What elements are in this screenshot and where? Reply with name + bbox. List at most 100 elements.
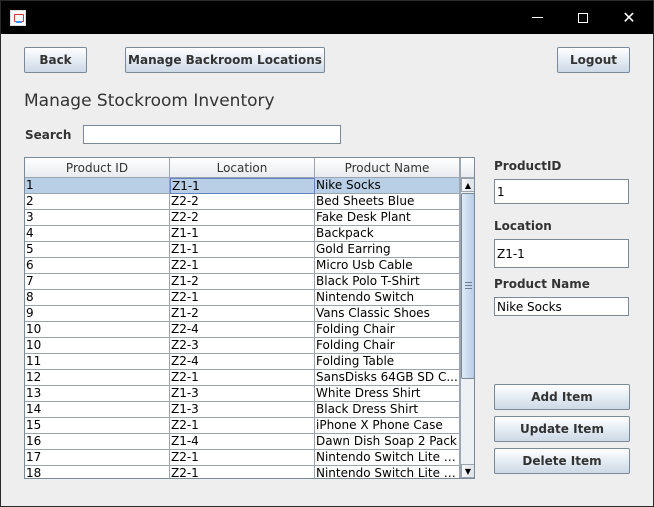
- table-row[interactable]: 4 Z1-1 Backpack: [25, 226, 460, 242]
- table-cell[interactable]: Z2-1: [170, 418, 315, 434]
- table-cell[interactable]: 8: [25, 290, 170, 306]
- table-cell[interactable]: iPhone X Phone Case: [315, 418, 460, 434]
- scroll-up-icon[interactable]: ▲: [461, 178, 474, 192]
- manage-backroom-locations-button[interactable]: Manage Backroom Locations: [125, 47, 325, 73]
- table-cell[interactable]: 14: [25, 402, 170, 418]
- table-cell[interactable]: Z2-1: [170, 370, 315, 386]
- java-app-icon: [10, 10, 26, 26]
- table-cell[interactable]: 2: [25, 194, 170, 210]
- table-cell[interactable]: 12: [25, 370, 170, 386]
- table-cell[interactable]: Fake Desk Plant: [315, 210, 460, 226]
- table-cell[interactable]: Z2-1: [170, 450, 315, 466]
- column-header-product-name[interactable]: Product Name: [315, 158, 460, 178]
- table-row[interactable]: 17 Z2-1 Nintendo Switch Lite Co...: [25, 450, 460, 466]
- table-cell[interactable]: Z1-4: [170, 434, 315, 450]
- table-cell[interactable]: 18: [25, 466, 170, 478]
- table-row[interactable]: 11 Z2-4 Folding Table: [25, 354, 460, 370]
- table-cell[interactable]: Z1-3: [170, 402, 315, 418]
- table-cell[interactable]: Folding Table: [315, 354, 460, 370]
- table-cell[interactable]: 15: [25, 418, 170, 434]
- table-cell[interactable]: 9: [25, 306, 170, 322]
- minimize-button[interactable]: [514, 1, 560, 34]
- table-row[interactable]: 15 Z2-1 iPhone X Phone Case: [25, 418, 460, 434]
- table-cell[interactable]: Z2-2: [170, 194, 315, 210]
- table-row[interactable]: 6 Z2-1 Micro Usb Cable: [25, 258, 460, 274]
- table-row[interactable]: 10 Z2-3 Folding Chair: [25, 338, 460, 354]
- table-cell[interactable]: 10: [25, 338, 170, 354]
- table-cell[interactable]: Z1-1: [170, 178, 315, 194]
- table-row[interactable]: 1 Z1-1 Nike Socks: [25, 178, 460, 194]
- table-cell[interactable]: 1: [25, 178, 170, 194]
- table-header-corner: [460, 158, 474, 178]
- table-row[interactable]: 5 Z1-1 Gold Earring: [25, 242, 460, 258]
- table-cell[interactable]: Vans Classic Shoes: [315, 306, 460, 322]
- table-cell[interactable]: 3: [25, 210, 170, 226]
- table-cell[interactable]: Nike Socks: [315, 178, 460, 194]
- product-name-field[interactable]: Nike Socks: [494, 297, 629, 316]
- table-row[interactable]: 3 Z2-2 Fake Desk Plant: [25, 210, 460, 226]
- table-header: Product ID Location Product Name: [25, 158, 460, 178]
- update-item-button[interactable]: Update Item: [494, 416, 630, 442]
- table-cell[interactable]: Nintendo Switch Lite Co...: [315, 450, 460, 466]
- table-row[interactable]: 12 Z2-1 SansDisks 64GB SD C...: [25, 370, 460, 386]
- maximize-button[interactable]: [560, 1, 606, 34]
- table-cell[interactable]: Z1-2: [170, 274, 315, 290]
- table-cell[interactable]: Black Polo T-Shirt: [315, 274, 460, 290]
- table-cell[interactable]: Z1-3: [170, 386, 315, 402]
- table-vertical-scrollbar[interactable]: ▲ ▼: [460, 178, 474, 478]
- table-cell[interactable]: Z2-1: [170, 290, 315, 306]
- location-field[interactable]: Z1-1: [494, 239, 629, 268]
- table-cell[interactable]: 10: [25, 322, 170, 338]
- table-row[interactable]: 14 Z1-3 Black Dress Shirt: [25, 402, 460, 418]
- table-cell[interactable]: Z2-1: [170, 466, 315, 478]
- search-input[interactable]: [83, 125, 341, 144]
- back-button[interactable]: Back: [24, 47, 87, 73]
- table-cell[interactable]: 7: [25, 274, 170, 290]
- column-header-product-id[interactable]: Product ID: [25, 158, 170, 178]
- table-cell[interactable]: 11: [25, 354, 170, 370]
- table-cell[interactable]: Z2-2: [170, 210, 315, 226]
- product-id-label: ProductID: [494, 159, 562, 173]
- table-cell[interactable]: 5: [25, 242, 170, 258]
- add-item-button[interactable]: Add Item: [494, 384, 630, 410]
- table-cell[interactable]: Dawn Dish Soap 2 Pack: [315, 434, 460, 450]
- table-row[interactable]: 8 Z2-1 Nintendo Switch: [25, 290, 460, 306]
- table-cell[interactable]: Z2-4: [170, 322, 315, 338]
- table-row[interactable]: 2 Z2-2 Bed Sheets Blue: [25, 194, 460, 210]
- table-row[interactable]: 13 Z1-3 White Dress Shirt: [25, 386, 460, 402]
- table-cell[interactable]: Folding Chair: [315, 322, 460, 338]
- scroll-thumb[interactable]: [461, 193, 474, 379]
- logout-button[interactable]: Logout: [557, 47, 630, 73]
- table-cell[interactable]: Z2-4: [170, 354, 315, 370]
- table-cell[interactable]: Micro Usb Cable: [315, 258, 460, 274]
- table-cell[interactable]: 16: [25, 434, 170, 450]
- table-cell[interactable]: Z2-1: [170, 258, 315, 274]
- table-cell[interactable]: Z1-1: [170, 242, 315, 258]
- product-id-field[interactable]: 1: [494, 179, 629, 204]
- table-cell[interactable]: 13: [25, 386, 170, 402]
- table-cell[interactable]: 4: [25, 226, 170, 242]
- table-cell[interactable]: Z1-1: [170, 226, 315, 242]
- close-button[interactable]: ✕: [606, 1, 652, 34]
- table-cell[interactable]: 17: [25, 450, 170, 466]
- table-row[interactable]: 10 Z2-4 Folding Chair: [25, 322, 460, 338]
- table-cell[interactable]: Z2-3: [170, 338, 315, 354]
- table-cell[interactable]: Gold Earring: [315, 242, 460, 258]
- table-cell[interactable]: Folding Chair: [315, 338, 460, 354]
- table-cell[interactable]: Black Dress Shirt: [315, 402, 460, 418]
- table-row[interactable]: 18 Z2-1 Nintendo Switch Lite S...: [25, 466, 460, 478]
- table-cell[interactable]: 6: [25, 258, 170, 274]
- scroll-down-icon[interactable]: ▼: [461, 464, 474, 478]
- table-cell[interactable]: Nintendo Switch Lite S...: [315, 466, 460, 478]
- table-row[interactable]: 16 Z1-4 Dawn Dish Soap 2 Pack: [25, 434, 460, 450]
- table-cell[interactable]: Bed Sheets Blue: [315, 194, 460, 210]
- table-cell[interactable]: Z1-2: [170, 306, 315, 322]
- table-row[interactable]: 7 Z1-2 Black Polo T-Shirt: [25, 274, 460, 290]
- table-cell[interactable]: SansDisks 64GB SD C...: [315, 370, 460, 386]
- table-cell[interactable]: Backpack: [315, 226, 460, 242]
- table-row[interactable]: 9 Z1-2 Vans Classic Shoes: [25, 306, 460, 322]
- table-cell[interactable]: Nintendo Switch: [315, 290, 460, 306]
- table-cell[interactable]: White Dress Shirt: [315, 386, 460, 402]
- column-header-location[interactable]: Location: [170, 158, 315, 178]
- delete-item-button[interactable]: Delete Item: [494, 448, 630, 474]
